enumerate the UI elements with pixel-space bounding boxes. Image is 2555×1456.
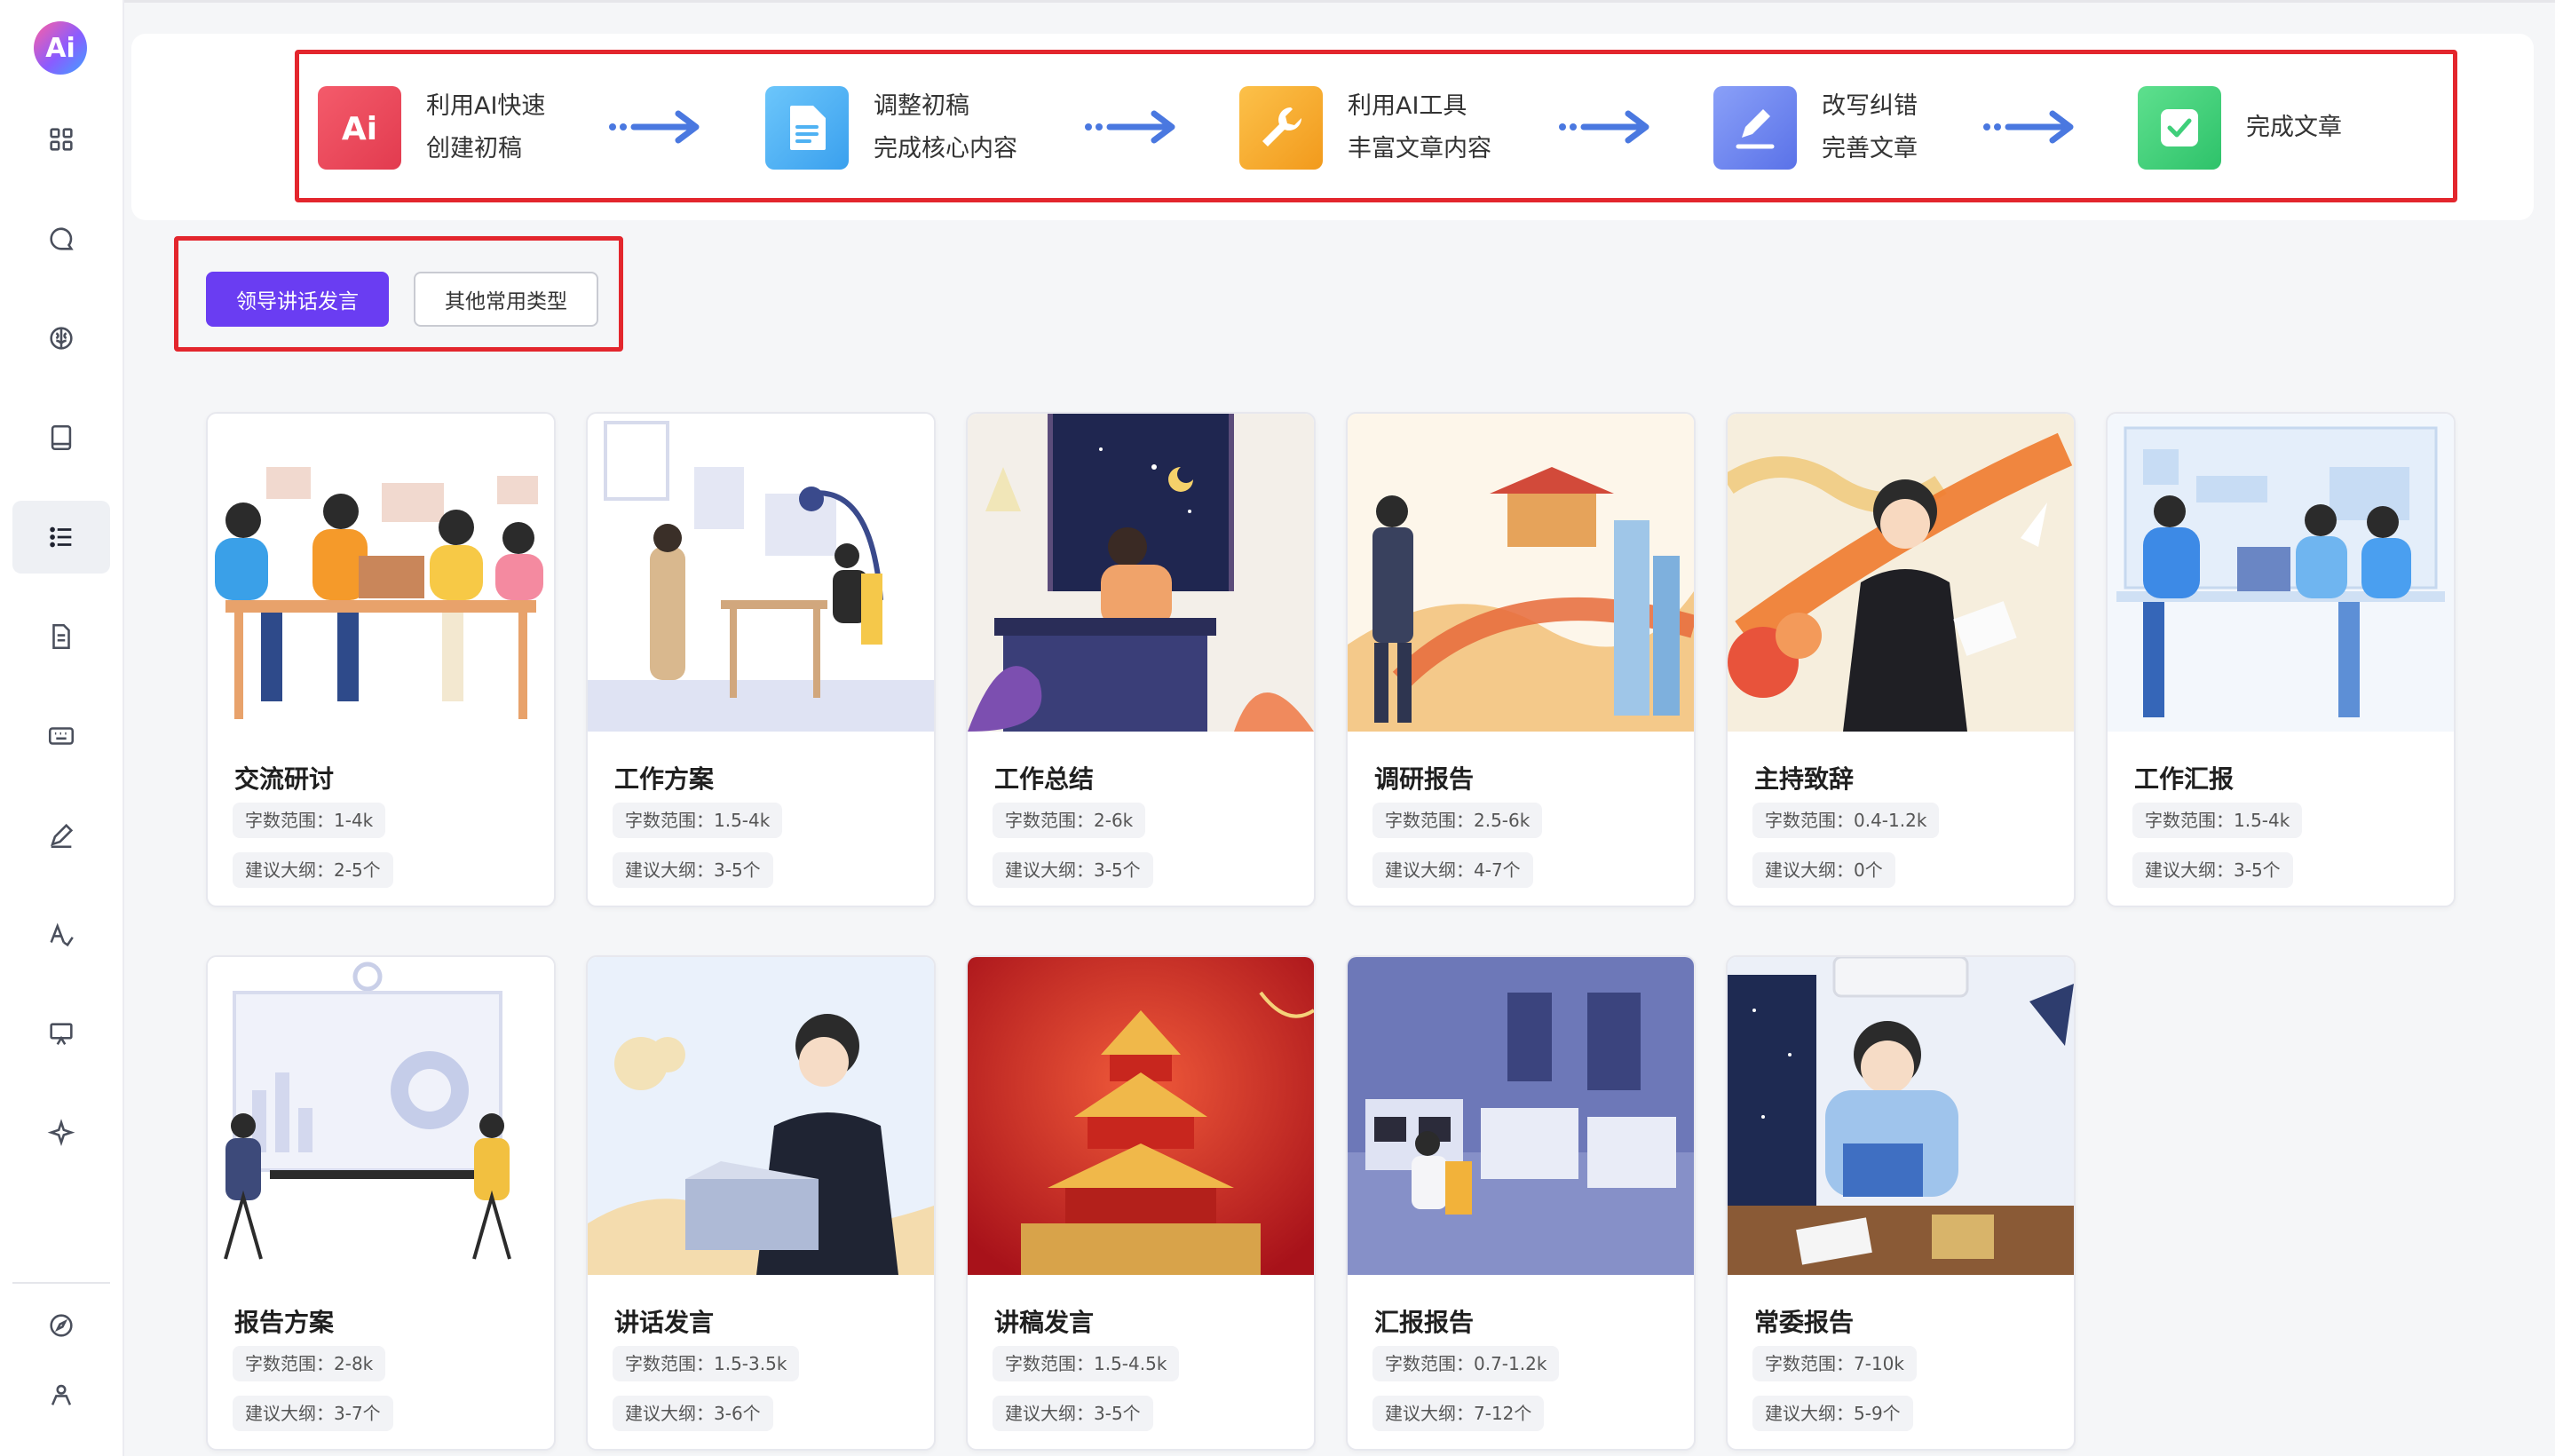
word-range-tag: 字数范围：2.5-6k (1372, 803, 1543, 838)
step-line1: 完成文章 (2246, 114, 2342, 141)
card-title: 调研报告 (1374, 764, 1475, 794)
template-card[interactable]: 讲话发言 字数范围：1.5-3.5k 建议大纲：3-6个 (586, 955, 936, 1451)
wrench-icon (1239, 86, 1323, 170)
step-line2: 完成核心内容 (874, 135, 1017, 162)
book-icon[interactable] (12, 401, 110, 474)
card-illustration (208, 414, 554, 732)
step-rewrite: 改写纠错 完善文章 (1713, 83, 1918, 172)
card-title: 报告方案 (234, 1308, 335, 1337)
outline-tag: 建议大纲：3-5个 (993, 1396, 1153, 1431)
outline-tag: 建议大纲：7-12个 (1372, 1396, 1545, 1431)
card-title: 讲话发言 (614, 1308, 715, 1337)
template-card[interactable]: 主持致辞 字数范围：0.4-1.2k 建议大纲：0个 (1726, 412, 2076, 907)
template-card[interactable]: 汇报报告 字数范围：0.7-1.2k 建议大纲：7-12个 (1346, 955, 1696, 1451)
word-range-tag: 字数范围：0.7-1.2k (1372, 1346, 1560, 1381)
svg-text:Ai: Ai (342, 111, 377, 147)
sidebar: Ai (0, 0, 124, 1456)
template-card[interactable]: 工作总结 字数范围：2-6k 建议大纲：3-5个 (966, 412, 1316, 907)
step-line1: 利用AI快速 (426, 92, 546, 120)
check-icon (2138, 86, 2221, 170)
translate-icon[interactable] (12, 898, 110, 971)
template-card[interactable]: 讲稿发言 字数范围：1.5-4.5k 建议大纲：3-5个 (966, 955, 1316, 1451)
arrow-right-icon (1559, 110, 1649, 144)
card-title: 工作总结 (994, 764, 1095, 794)
template-card[interactable]: 报告方案 字数范围：2-8k 建议大纲：3-7个 (206, 955, 556, 1451)
word-range-tag: 字数范围：7-10k (1752, 1346, 1917, 1381)
tab-leader-speech[interactable]: 领导讲话发言 (206, 272, 389, 327)
word-range-tag: 字数范围：1.5-3.5k (613, 1346, 800, 1381)
card-illustration (588, 957, 934, 1275)
step-complete: 完成文章 (2138, 83, 2342, 172)
list-icon[interactable] (12, 501, 110, 574)
arrow-right-icon (1983, 110, 2074, 144)
outline-tag: 建议大纲：3-5个 (613, 852, 773, 888)
compass-icon[interactable] (12, 1289, 110, 1362)
outline-tag: 建议大纲：5-9个 (1752, 1396, 1913, 1431)
card-title: 工作汇报 (2134, 764, 2235, 794)
presentation-icon[interactable] (12, 998, 110, 1071)
word-range-tag: 字数范围：1-4k (233, 803, 386, 838)
card-illustration (588, 414, 934, 732)
app-logo[interactable]: Ai (34, 21, 87, 75)
card-title: 主持致辞 (1754, 764, 1855, 794)
ai-icon: Ai (318, 86, 401, 170)
card-title: 工作方案 (614, 764, 715, 794)
card-illustration (968, 957, 1314, 1275)
card-illustration (1728, 957, 2074, 1275)
grid-icon[interactable] (12, 103, 110, 176)
outline-tag: 建议大纲：0个 (1752, 852, 1895, 888)
outline-tag: 建议大纲：3-5个 (993, 852, 1153, 888)
step-create-draft: Ai 利用AI快速 创建初稿 (318, 83, 545, 172)
template-card[interactable]: 交流研讨 字数范围：1-4k 建议大纲：2-5个 (206, 412, 556, 907)
arrow-right-icon (609, 110, 700, 144)
sidebar-divider (12, 1282, 110, 1284)
card-title: 交流研讨 (234, 764, 335, 794)
template-card[interactable]: 工作汇报 字数范围：1.5-4k 建议大纲：3-5个 (2106, 412, 2456, 907)
outline-tag: 建议大纲：3-5个 (2132, 852, 2293, 888)
step-line1: 调整初稿 (874, 92, 969, 120)
outline-tag: 建议大纲：4-7个 (1372, 852, 1533, 888)
word-range-tag: 字数范围：1.5-4k (2132, 803, 2303, 838)
card-illustration (208, 957, 554, 1275)
word-range-tag: 字数范围：1.5-4k (613, 803, 783, 838)
template-card[interactable]: 调研报告 字数范围：2.5-6k 建议大纲：4-7个 (1346, 412, 1696, 907)
outline-tag: 建议大纲：3-6个 (613, 1396, 773, 1431)
card-illustration (968, 414, 1314, 732)
outline-tag: 建议大纲：3-7个 (233, 1396, 393, 1431)
tab-other-types[interactable]: 其他常用类型 (414, 272, 598, 327)
pen-icon[interactable] (12, 799, 110, 872)
card-title: 汇报报告 (1374, 1308, 1475, 1337)
word-range-tag: 字数范围：2-8k (233, 1346, 386, 1381)
card-title: 讲稿发言 (994, 1308, 1095, 1337)
user-icon[interactable] (12, 1358, 110, 1431)
template-card[interactable]: 工作方案 字数范围：1.5-4k 建议大纲：3-5个 (586, 412, 936, 907)
file-icon (765, 86, 849, 170)
card-title: 常委报告 (1754, 1308, 1855, 1337)
top-border (0, 0, 2555, 3)
outline-tag: 建议大纲：2-5个 (233, 852, 393, 888)
step-line1: 改写纠错 (1822, 92, 1918, 120)
word-range-tag: 字数范围：2-6k (993, 803, 1146, 838)
step-line2: 创建初稿 (426, 135, 522, 162)
step-line2: 丰富文章内容 (1348, 135, 1491, 162)
word-range-tag: 字数范围：1.5-4.5k (993, 1346, 1180, 1381)
step-line1: 利用AI工具 (1348, 92, 1467, 120)
chat-icon[interactable] (12, 202, 110, 275)
step-line2: 完善文章 (1822, 135, 1918, 162)
document-icon[interactable] (12, 600, 110, 673)
sparkle-icon[interactable] (12, 1097, 110, 1170)
card-illustration (1348, 414, 1694, 732)
edit-icon (1713, 86, 1797, 170)
arrow-right-icon (1085, 110, 1175, 144)
card-illustration (2108, 414, 2454, 732)
card-illustration (1348, 957, 1694, 1275)
step-ai-tools: 利用AI工具 丰富文章内容 (1239, 83, 1491, 172)
card-illustration (1728, 414, 2074, 732)
word-range-tag: 字数范围：0.4-1.2k (1752, 803, 1940, 838)
keyboard-icon[interactable] (12, 700, 110, 772)
step-adjust-draft: 调整初稿 完成核心内容 (765, 83, 1017, 172)
brain-icon[interactable] (12, 302, 110, 375)
template-card[interactable]: 常委报告 字数范围：7-10k 建议大纲：5-9个 (1726, 955, 2076, 1451)
